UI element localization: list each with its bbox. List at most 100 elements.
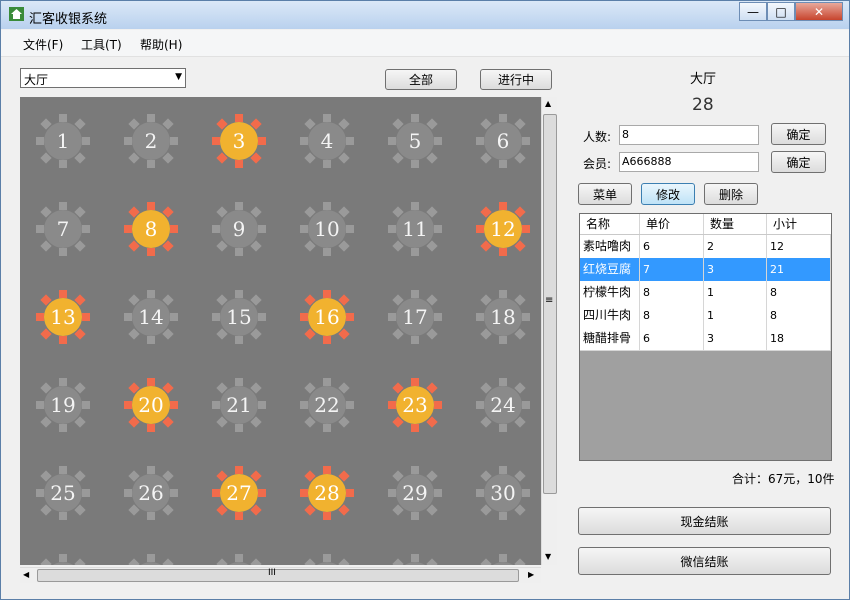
table-number: 30 (484, 474, 522, 512)
table-row[interactable]: 红烧豆腐 7 3 21 (580, 258, 831, 282)
table-row[interactable]: 柠檬牛肉 8 1 8 (580, 281, 831, 305)
column-header-price[interactable]: 单价 (640, 214, 704, 234)
dining-table[interactable]: 27 (209, 463, 269, 523)
dining-table[interactable]: 24 (473, 375, 533, 435)
column-header-subtotal[interactable]: 小计 (767, 214, 831, 234)
dining-table[interactable]: 22 (297, 375, 357, 435)
dining-table[interactable]: 11 (385, 199, 445, 259)
chair-icon (522, 137, 530, 145)
chair-icon (323, 336, 331, 344)
horizontal-scrollbar[interactable]: ◀ III ▶ (20, 567, 541, 583)
dining-table[interactable]: 26 (121, 463, 181, 523)
chair-icon (258, 401, 266, 409)
vertical-scroll-thumb[interactable]: ≡ (543, 114, 557, 494)
dining-table[interactable]: 15 (209, 287, 269, 347)
scroll-left-icon[interactable]: ◀ (23, 570, 29, 579)
dining-table[interactable]: 2 (121, 111, 181, 171)
order-grid: 名称 单价 数量 小计 素咕噜肉 6 2 12 红烧豆腐 7 3 21 柠檬牛肉 8 1 8 四川牛肉 8… (579, 213, 832, 461)
dining-table[interactable]: 20 (121, 375, 181, 435)
scroll-right-icon[interactable]: ▶ (528, 570, 534, 579)
scroll-up-icon[interactable]: ▲ (545, 99, 551, 108)
dining-table[interactable]: 23 (385, 375, 445, 435)
chair-icon (170, 313, 178, 321)
dining-table-partial[interactable] (385, 551, 445, 565)
wechat-checkout-button[interactable]: 微信结账 (578, 547, 831, 575)
table-row[interactable]: 四川牛肉 8 1 8 (580, 304, 831, 328)
column-header-quantity[interactable]: 数量 (704, 214, 767, 234)
dining-table[interactable]: 7 (33, 199, 93, 259)
table-number: 21 (220, 386, 258, 424)
dining-table[interactable]: 18 (473, 287, 533, 347)
dining-table[interactable]: 13 (33, 287, 93, 347)
menu-tools[interactable]: 工具(T) (81, 36, 122, 53)
cell-quantity: 3 (704, 327, 767, 350)
chair-icon (82, 313, 90, 321)
dining-table[interactable]: 9 (209, 199, 269, 259)
table-number: 17 (396, 298, 434, 336)
menu-file[interactable]: 文件(F) (23, 36, 63, 53)
chair-icon (338, 558, 350, 565)
dining-table[interactable]: 10 (297, 199, 357, 259)
chair-icon (59, 554, 67, 562)
dining-table[interactable]: 30 (473, 463, 533, 523)
scroll-down-icon[interactable]: ▼ (545, 552, 551, 561)
dining-table[interactable]: 14 (121, 287, 181, 347)
dining-table[interactable]: 4 (297, 111, 357, 171)
confirm-member-button[interactable]: 确定 (771, 151, 826, 173)
table-row[interactable]: 糖醋排骨 6 3 18 (580, 327, 831, 351)
dining-table-partial[interactable] (33, 551, 93, 565)
maximize-button[interactable]: □ (767, 2, 795, 21)
dining-table[interactable]: 3 (209, 111, 269, 171)
edit-button[interactable]: 修改 (641, 183, 695, 205)
filter-all-button[interactable]: 全部 (385, 69, 457, 90)
chair-icon (499, 202, 507, 210)
cash-checkout-button[interactable]: 现金结账 (578, 507, 831, 535)
cell-quantity: 1 (704, 304, 767, 327)
dining-table[interactable]: 21 (209, 375, 269, 435)
chair-icon (323, 378, 331, 386)
dining-table[interactable]: 29 (385, 463, 445, 523)
selected-table-number: 28 (692, 95, 714, 115)
chair-icon (36, 313, 44, 321)
menu-help[interactable]: 帮助(H) (140, 36, 182, 53)
dining-table[interactable]: 12 (473, 199, 533, 259)
chair-icon (300, 313, 308, 321)
dining-table-partial[interactable] (473, 551, 533, 565)
chair-icon (388, 489, 396, 497)
dining-table[interactable]: 25 (33, 463, 93, 523)
delete-button[interactable]: 删除 (704, 183, 758, 205)
cell-name: 四川牛肉 (580, 304, 640, 327)
horizontal-scroll-thumb[interactable]: III (37, 568, 519, 582)
dining-table-partial[interactable] (209, 551, 269, 565)
table-number: 15 (220, 298, 258, 336)
chair-icon (59, 466, 67, 474)
chair-icon (323, 424, 331, 432)
dining-table-partial[interactable] (297, 551, 357, 565)
minimize-button[interactable]: — (739, 2, 767, 21)
confirm-people-button[interactable]: 确定 (771, 123, 826, 145)
area-dropdown[interactable]: 大厅 ▼ (20, 68, 186, 88)
dining-table[interactable]: 28 (297, 463, 357, 523)
dining-table[interactable]: 16 (297, 287, 357, 347)
chair-icon (147, 114, 155, 122)
chair-icon (499, 160, 507, 168)
member-field[interactable]: A666888 (619, 152, 759, 172)
dining-table-partial[interactable] (121, 551, 181, 565)
chair-icon (170, 225, 178, 233)
filter-in-progress-button[interactable]: 进行中 (480, 69, 552, 90)
menu-button[interactable]: 菜单 (578, 183, 632, 205)
grip-icon: III (268, 568, 276, 578)
table-row[interactable]: 素咕噜肉 6 2 12 (580, 235, 831, 259)
column-header-name[interactable]: 名称 (580, 214, 640, 234)
dining-table[interactable]: 6 (473, 111, 533, 171)
dining-table[interactable]: 5 (385, 111, 445, 171)
dining-table[interactable]: 1 (33, 111, 93, 171)
people-field[interactable]: 8 (619, 125, 759, 145)
title-bar[interactable]: 汇客收银系统 — □ ✕ (1, 1, 849, 29)
dining-table[interactable]: 17 (385, 287, 445, 347)
dining-table[interactable]: 19 (33, 375, 93, 435)
table-number: 1 (44, 122, 82, 160)
dining-table[interactable]: 8 (121, 199, 181, 259)
close-button[interactable]: ✕ (795, 2, 843, 21)
vertical-scrollbar[interactable]: ▲ ≡ ▼ (541, 97, 557, 565)
